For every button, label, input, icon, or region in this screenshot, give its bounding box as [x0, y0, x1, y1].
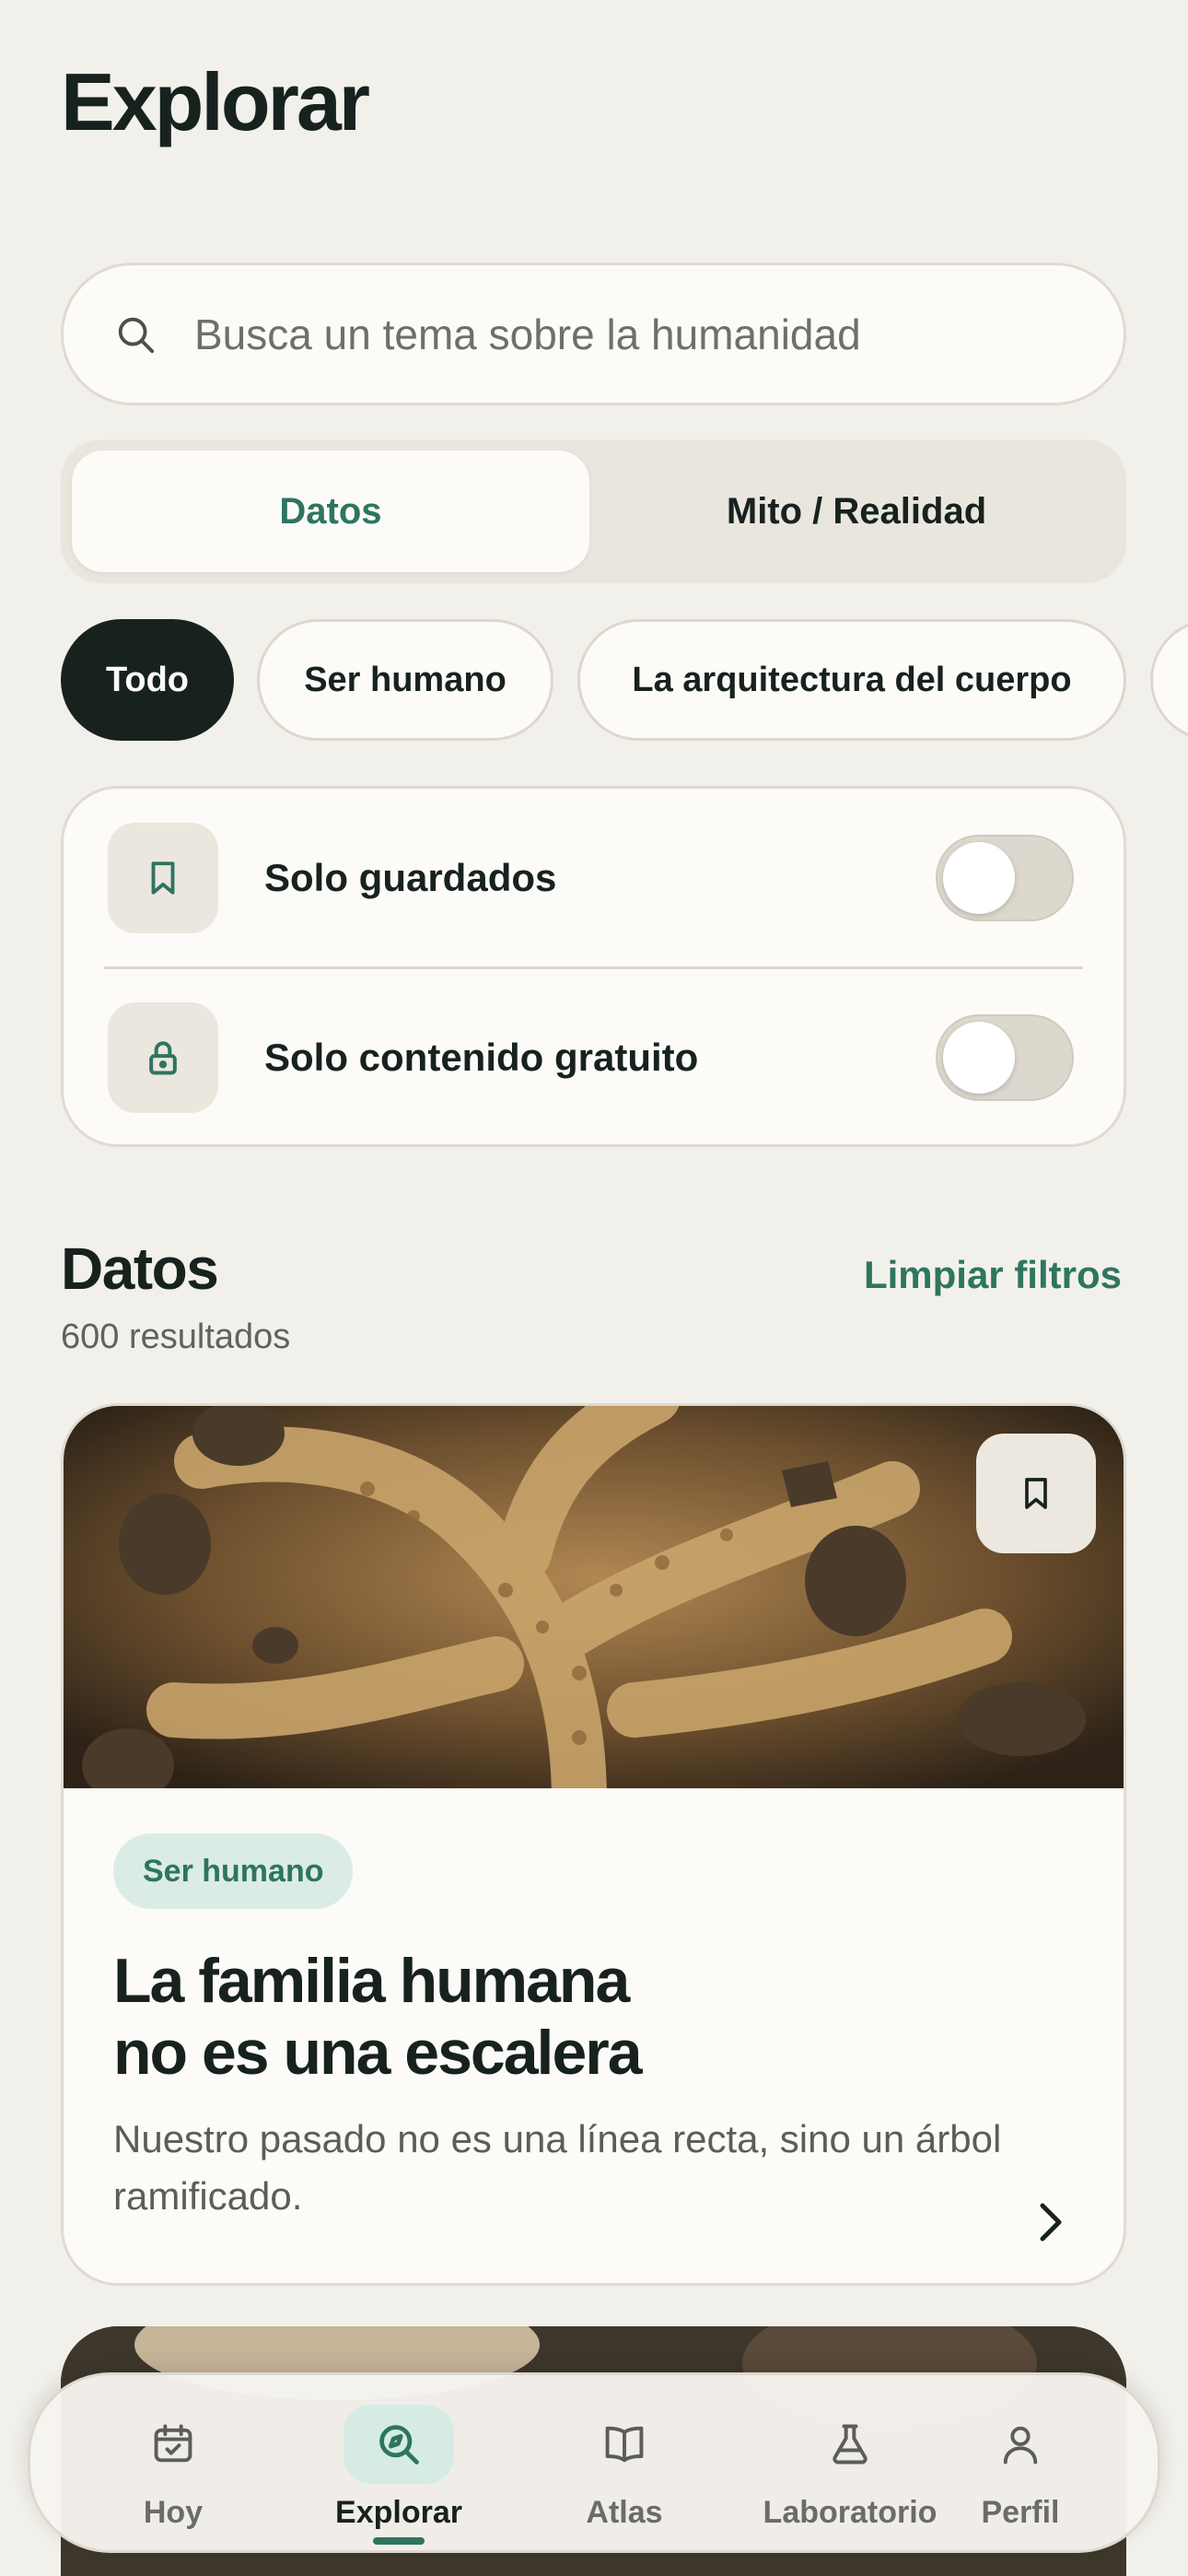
tab-explorar[interactable]: Explorar: [293, 2375, 505, 2556]
card-image: [64, 1406, 1124, 1788]
toggle-knob: [943, 1022, 1015, 1094]
chip-ser-humano[interactable]: Ser humano: [257, 619, 553, 741]
results-count: 600 resultados: [61, 1317, 291, 1356]
tab-label: Perfil: [981, 2495, 1060, 2530]
toggle-knob: [943, 842, 1015, 914]
person-icon: [965, 2405, 1076, 2484]
tab-label: Hoy: [143, 2495, 204, 2530]
bottom-tab-bar: Hoy Explorar Atlas Laboratorio Perfil: [28, 2372, 1160, 2553]
lock-icon: [108, 1002, 218, 1113]
category-chips: Todo Ser humano La arquitectura del cuer…: [61, 619, 1188, 741]
saved-only-label: Solo guardados: [264, 856, 557, 899]
free-only-row: Solo contenido gratuito: [64, 1002, 1124, 1113]
content-type-segmented-control: Datos Mito / Realidad: [61, 439, 1126, 583]
chip-todo[interactable]: Todo: [61, 619, 234, 741]
tab-hoy[interactable]: Hoy: [67, 2375, 279, 2556]
card-title-line2: no es una escalera: [113, 2018, 643, 2088]
card-title-line1: La familia humana: [113, 1946, 630, 2016]
search-icon: [113, 312, 157, 357]
card-bookmark-button[interactable]: [976, 1434, 1096, 1553]
free-only-label: Solo contenido gratuito: [264, 1036, 699, 1079]
tab-label: Explorar: [335, 2495, 462, 2530]
bookmark-icon: [108, 823, 218, 933]
free-only-toggle[interactable]: [936, 1014, 1074, 1101]
calendar-check-icon: [118, 2405, 228, 2484]
search-input[interactable]: Busca un tema sobre la humanidad: [61, 263, 1126, 405]
tab-label: Atlas: [586, 2495, 663, 2530]
card-description: Nuestro pasado no es una línea recta, si…: [113, 2117, 1002, 2218]
explore-search-icon: [344, 2405, 454, 2484]
active-tab-indicator: [373, 2537, 425, 2545]
tab-perfil[interactable]: Perfil: [914, 2375, 1126, 2556]
category-tag: Ser humano: [113, 1833, 354, 1909]
saved-only-row: Solo guardados: [64, 823, 1124, 933]
article-card[interactable]: Ser humano La familia humana no es una e…: [61, 1403, 1126, 2286]
tab-atlas[interactable]: Atlas: [518, 2375, 730, 2556]
segment-datos[interactable]: Datos: [72, 451, 589, 572]
chip-arquitectura-cuerpo[interactable]: La arquitectura del cuerpo: [577, 619, 1126, 741]
flask-icon: [795, 2405, 905, 2484]
search-placeholder: Busca un tema sobre la humanidad: [194, 310, 861, 358]
card-title: La familia humana no es una escalera: [113, 1945, 942, 2089]
divider: [104, 966, 1083, 969]
chevron-right-icon: [1040, 2203, 1062, 2242]
clear-filters-link[interactable]: Limpiar filtros: [864, 1253, 1122, 1297]
bookmark-icon: [1025, 1478, 1047, 1509]
results-title: Datos: [61, 1235, 219, 1302]
book-open-icon: [569, 2405, 680, 2484]
chip-more[interactable]: [1150, 619, 1188, 741]
saved-only-toggle[interactable]: [936, 835, 1074, 921]
page-title: Explorar: [61, 56, 370, 147]
filter-toggles-panel: Solo guardados Solo contenido gratuito: [61, 786, 1126, 1147]
segment-mito-realidad[interactable]: Mito / Realidad: [598, 451, 1115, 572]
